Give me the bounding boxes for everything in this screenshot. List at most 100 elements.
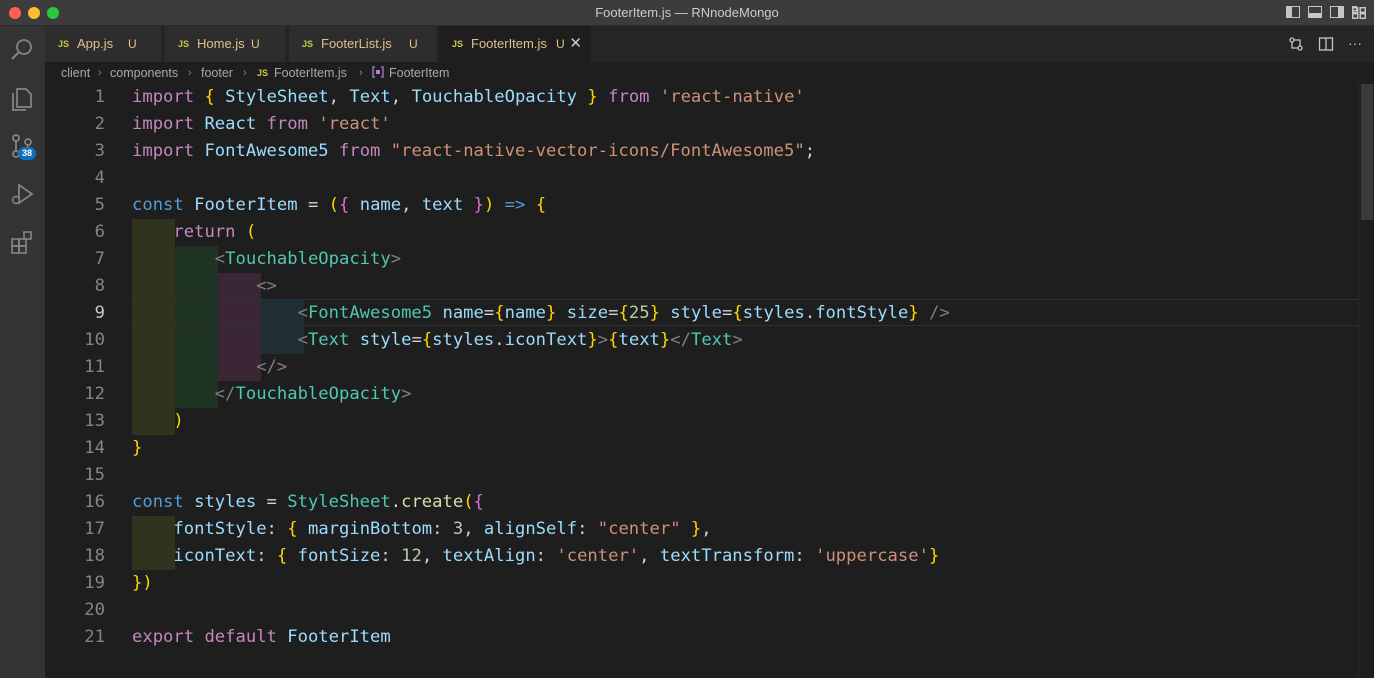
code-line: 5 const FooterItem = ({ name, text }) => … [45, 192, 1358, 219]
js-file-icon: JS [58, 39, 70, 49]
explorer-icon[interactable] [8, 84, 36, 112]
code-line: 9 <FontAwesome5 name={name} size={25} st… [45, 300, 1358, 327]
window-title: FooterItem.js — RNnodeMongo [595, 5, 779, 20]
toggle-primary-sidebar-icon[interactable] [1286, 6, 1300, 18]
line-number: 7 [94, 249, 105, 269]
tab-untracked-status: U [128, 37, 137, 51]
symbol-icon [371, 62, 385, 84]
code-text: }) [132, 573, 153, 593]
code-text: import { StyleSheet, Text, TouchableOpac… [132, 87, 805, 107]
code-text: const FooterItem = ({ name, text }) => { [132, 195, 547, 215]
line-number: 9 [94, 303, 105, 323]
more-actions-icon[interactable]: ··· [1348, 36, 1362, 57]
tab-label: App.js [77, 36, 114, 51]
line-number: 13 [84, 411, 105, 431]
line-number: 11 [84, 357, 105, 377]
line-number: 4 [94, 168, 105, 188]
customize-layout-icon[interactable] [1352, 6, 1366, 19]
line-number: 14 [84, 438, 105, 458]
code-text: } [132, 438, 143, 458]
js-file-icon: JS [452, 39, 464, 49]
line-number: 1 [94, 87, 105, 107]
code-line: 21 export default FooterItem [45, 624, 1358, 651]
activity-bar: 38 [0, 26, 45, 678]
code-line: 20 [45, 597, 1358, 624]
line-number: 21 [84, 627, 105, 647]
code-text: fontStyle: { marginBottom: 3, alignSelf:… [173, 519, 712, 539]
code-line: 17 fontStyle: { marginBottom: 3, alignSe… [45, 516, 1358, 543]
chevron-right-icon: › [98, 67, 102, 79]
extensions-icon[interactable] [8, 228, 36, 256]
line-number: 20 [84, 600, 105, 620]
toggle-panel-icon[interactable] [1308, 6, 1322, 18]
open-changes-icon[interactable] [1288, 36, 1304, 57]
search-icon[interactable] [8, 36, 36, 64]
js-file-icon: JS [178, 39, 190, 49]
editor-scrollbar[interactable] [1358, 84, 1374, 678]
code-text: const styles = StyleSheet.create({ [132, 492, 484, 512]
code-text: ) [173, 411, 184, 431]
code-editor[interactable]: 1 import { StyleSheet, Text, TouchableOpa… [45, 84, 1371, 678]
code-line: 19}) [45, 570, 1358, 597]
code-line: 7 <TouchableOpacity> [45, 246, 1358, 273]
chevron-right-icon: › [359, 67, 363, 79]
tab-footeritem-js[interactable]: JS FooterItem.js U ✕ [439, 26, 591, 62]
code-text: import FontAwesome5 from "react-native-v… [132, 141, 816, 161]
line-number: 19 [84, 573, 105, 593]
code-text: <FontAwesome5 name={name} size={25} styl… [297, 303, 950, 323]
tab-untracked-status: U [409, 37, 418, 51]
line-number: 17 [84, 519, 105, 539]
code-line: 2 import React from 'react' [45, 111, 1358, 138]
line-number: 16 [84, 492, 105, 512]
line-number: 10 [84, 330, 105, 350]
line-number: 12 [84, 384, 105, 404]
line-number: 6 [94, 222, 105, 242]
line-number: 3 [94, 141, 105, 161]
breadcrumb-item-client[interactable]: client [61, 62, 90, 84]
close-tab-icon[interactable]: ✕ [569, 26, 582, 62]
line-number: 2 [94, 114, 105, 134]
code-line: 4 [45, 165, 1358, 192]
breadcrumb-item-symbol[interactable]: FooterItem [389, 62, 449, 84]
js-file-icon: JS [302, 39, 314, 49]
toggle-secondary-sidebar-icon[interactable] [1330, 6, 1344, 18]
code-line: 12 </TouchableOpacity> [45, 381, 1358, 408]
line-number: 18 [84, 546, 105, 566]
breadcrumb-item-components[interactable]: components [110, 62, 178, 84]
code-text: <> [256, 276, 277, 296]
chevron-right-icon: › [243, 67, 247, 79]
chevron-right-icon: › [188, 67, 192, 79]
scrollbar-thumb[interactable] [1361, 84, 1373, 220]
tab-untracked-status: U [556, 37, 565, 51]
code-text: import React from 'react' [132, 114, 391, 134]
breadcrumb: client › components › footer › JS Footer… [45, 62, 1374, 84]
code-line: 18 iconText: { fontSize: 12, textAlign: … [45, 543, 1358, 570]
code-line: 14} [45, 435, 1358, 462]
tab-home-js[interactable]: JS Home.js U [165, 26, 286, 62]
tab-untracked-status: U [251, 37, 260, 51]
line-number: 15 [84, 465, 105, 485]
source-control-badge: 38 [18, 147, 37, 160]
code-text: iconText: { fontSize: 12, textAlign: 'ce… [173, 546, 940, 566]
code-line: 3 import FontAwesome5 from "react-native-… [45, 138, 1358, 165]
code-text: <Text style={styles.iconText}>{text}</Te… [297, 330, 743, 350]
line-number: 8 [94, 276, 105, 296]
line-number: 5 [94, 195, 105, 215]
code-line: 13 ) [45, 408, 1358, 435]
code-text: export default FooterItem [132, 627, 391, 647]
tab-app-js[interactable]: JS App.js U [45, 26, 162, 62]
tab-footerlist-js[interactable]: JS FooterList.js U [289, 26, 437, 62]
layout-controls [1286, 6, 1366, 19]
breadcrumb-item-file[interactable]: FooterItem.js [274, 62, 347, 84]
tab-label: FooterList.js [321, 36, 392, 51]
code-text: </> [256, 357, 288, 377]
run-and-debug-icon[interactable] [8, 180, 36, 208]
tab-label: FooterItem.js [471, 36, 547, 51]
split-editor-icon[interactable] [1318, 36, 1334, 57]
code-line: 6 return ( [45, 219, 1358, 246]
code-line: 16 const styles = StyleSheet.create({ [45, 489, 1358, 516]
breadcrumb-item-footer[interactable]: footer [201, 62, 233, 84]
code-text: </TouchableOpacity> [214, 384, 412, 404]
title-bar: FooterItem.js — RNnodeMongo [0, 0, 1374, 26]
code-line: 15 [45, 462, 1358, 489]
